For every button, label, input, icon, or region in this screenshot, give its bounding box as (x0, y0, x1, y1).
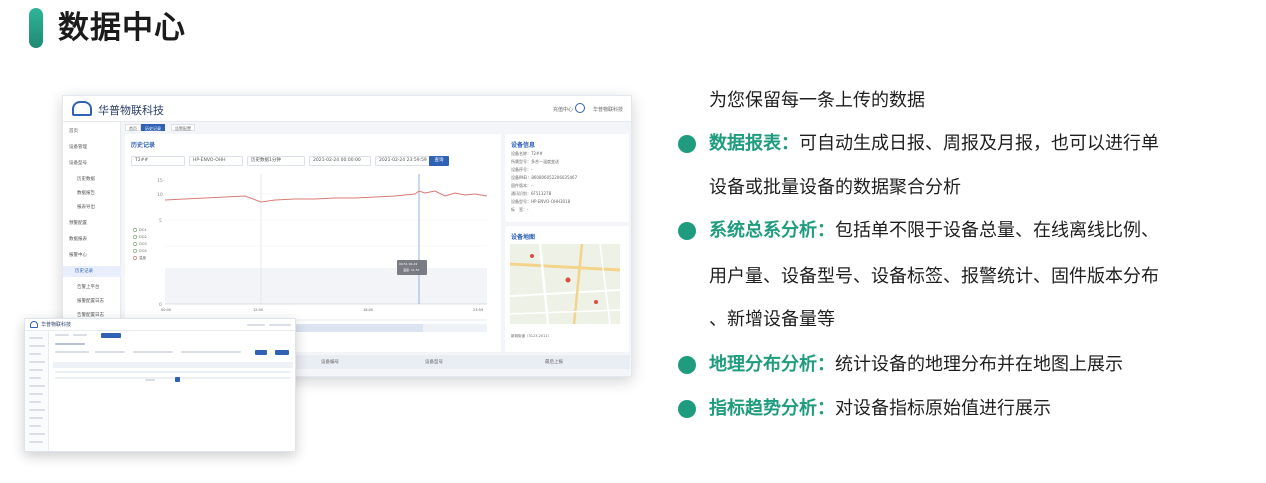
svg-text:15: 15 (157, 178, 163, 184)
device-info-title: 设备信息 (511, 142, 536, 149)
feature-label: 系统总系分析： (709, 220, 835, 241)
page-title: 数据中心 (58, 10, 186, 46)
map-location: 新城街道（3123-2011） (511, 334, 552, 338)
sidebar-item[interactable]: 数据报表 (69, 236, 87, 242)
app-header: 华普物联科技 充值中心 华普物联科技 (63, 96, 631, 122)
feature-label: 数据报表： (709, 133, 799, 154)
report-tab-active[interactable] (101, 333, 121, 338)
interval-select[interactable]: 历史数据1分钟 (247, 156, 305, 166)
query-button[interactable]: 查询 (429, 156, 449, 166)
legend-do1: DO1 (139, 228, 147, 232)
device-map[interactable] (510, 244, 620, 324)
bullet-icon (678, 356, 696, 374)
info-row: 设备序号：- (511, 167, 533, 172)
tab-history[interactable]: 历史记录 (141, 124, 165, 131)
feature-text: 统计设备的地理分布并在地图上展示 (835, 354, 1123, 375)
pagination-current[interactable] (175, 377, 180, 382)
end-time-input[interactable]: 2021-02-24 23:59:59 (375, 156, 435, 166)
column-header: 设备型号 (425, 360, 443, 365)
report-header: 华普物联科技 (25, 319, 295, 331)
title-accent-bar (29, 8, 43, 48)
feature-text: 可自动生成日报、周报及月报，也可以进行单 (799, 133, 1159, 154)
tooltip-value: 温度: 11.57 (403, 268, 420, 272)
feature-label: 地理分布分析： (709, 354, 835, 375)
report-table-row (55, 377, 291, 379)
sidebar-item[interactable]: 报表导出 (77, 204, 95, 210)
report-table-header (53, 362, 293, 368)
x-tick: 23:59 (473, 308, 484, 312)
legend-do4: DO4 (139, 249, 147, 253)
chart-legend (133, 228, 137, 260)
x-tick: 12:00 (253, 308, 264, 312)
sidebar-item[interactable]: 历史数据 (77, 176, 95, 182)
x-tick: 18:00 (363, 308, 374, 312)
map-streets (510, 244, 620, 324)
svg-text:10: 10 (157, 192, 163, 198)
svg-text:5: 5 (159, 218, 162, 224)
map-title: 设备地图 (511, 234, 536, 241)
info-row: 设备名称：T2## (511, 151, 543, 156)
report-brand: 华普物联科技 (41, 322, 72, 328)
user-avatar-icon (575, 103, 585, 113)
device-map-panel: 设备地图 新城街道（3123-2011） (505, 226, 629, 352)
device-info-panel: 设备信息 设备名称：T2## 所属型号：多合一温度变送 设备序号：- 设备IME… (505, 134, 629, 222)
report-table-row (55, 371, 291, 373)
cloud-logo-icon (30, 321, 38, 328)
info-row: 通讯识别：6F51327B (511, 191, 552, 196)
feature-system-cont2: 、新增设备量等 (709, 309, 835, 330)
map-pin-icon (565, 277, 571, 283)
report-screenshot: 华普物联科技 (24, 318, 296, 452)
bullet-icon (678, 400, 696, 418)
feature-system: 系统总系分析：包括单不限于设备总量、在线离线比例、 (709, 216, 1159, 246)
info-row: 固件版本：- (511, 183, 533, 188)
tab-home[interactable]: 首页 (125, 124, 141, 131)
sidebar-item[interactable]: 数据报告 (77, 190, 95, 196)
column-header: 设备编号 (321, 360, 339, 365)
model-select[interactable]: HP-ENVO-OHH (189, 156, 243, 166)
x-tick: 00:00 (161, 308, 172, 312)
report-sidebar (25, 331, 49, 451)
history-title: 历史记录 (131, 142, 156, 149)
sidebar-item[interactable]: 报警中心 (69, 252, 87, 258)
feature-trend: 指标趋势分析：对设备指标原始值进行展示 (709, 394, 1051, 424)
report-query-button[interactable] (255, 350, 267, 355)
sidebar-item[interactable]: 预警配置 (69, 220, 87, 226)
sidebar-item[interactable]: 告警上平台 (77, 284, 100, 290)
info-row: 设备型号：HP-ENVO-OHH3018 (511, 199, 571, 204)
user-menu[interactable]: 华普物联科技 (593, 106, 623, 113)
feature-report: 数据报表：可自动生成日报、周报及月报，也可以进行单 (709, 129, 1159, 159)
legend-do3: DO3 (139, 242, 147, 246)
feature-label: 指标趋势分析： (709, 398, 835, 419)
start-time-input[interactable]: 2021-02-24 00:00:00 (309, 156, 371, 166)
bullet-icon (678, 135, 696, 153)
sidebar-item[interactable]: 设备管理 (69, 144, 87, 150)
info-row: 所属型号：多合一温度变送 (511, 159, 559, 164)
legend-temperature: 温度 (139, 256, 146, 260)
feature-text: 对设备指标原始值进行展示 (835, 398, 1051, 419)
intro-text: 为您保留每一条上传的数据 (709, 90, 925, 111)
brand-name: 华普物联科技 (98, 104, 164, 117)
feature-report-cont: 设备或批量设备的数据聚合分析 (709, 177, 961, 198)
feature-geo: 地理分布分析：统计设备的地理分布并在地图上展示 (709, 350, 1123, 380)
feature-system-cont: 用户量、设备型号、设备标签、报警统计、固件版本分布 (709, 266, 1159, 287)
sidebar-item[interactable]: 首页 (69, 128, 78, 134)
feature-text: 包括单不限于设备总量、在线离线比例、 (835, 220, 1159, 241)
report-export-button[interactable] (275, 350, 289, 355)
tab-alarm[interactable]: 告警配置 (171, 124, 195, 131)
sidebar-item[interactable]: 设备型号 (69, 160, 87, 166)
sidebar-item-active[interactable]: 历史记录 (63, 266, 121, 277)
column-header: 最后上报 (545, 360, 563, 365)
info-row: 设备IMEI：860806052206035467 (511, 175, 578, 180)
recharge-link[interactable]: 充值中心 (553, 106, 573, 113)
cloud-logo-icon (72, 101, 92, 116)
info-row: 标 签：- (511, 207, 529, 212)
legend-do2: DO2 (139, 235, 147, 239)
bullet-icon (678, 222, 696, 240)
device-select[interactable]: T2## (131, 156, 185, 166)
tooltip-time: 09:51 02-24 (399, 262, 418, 266)
sidebar-item[interactable]: 报警配置日志 (77, 298, 104, 304)
